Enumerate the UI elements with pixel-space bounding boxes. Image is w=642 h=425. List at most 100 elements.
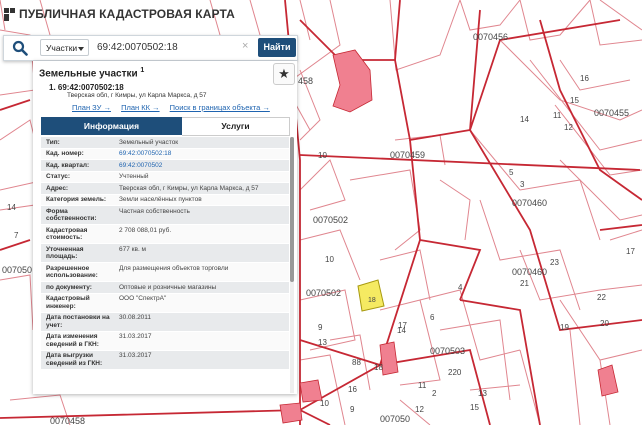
- map-parcel-label: 0070459: [390, 150, 425, 160]
- search-in-bounds-link[interactable]: Поиск в границах объекта →: [170, 103, 270, 112]
- map-parcel-label: 20: [600, 319, 609, 328]
- info-key: Кадастровая стоимость:: [46, 226, 88, 242]
- clear-icon[interactable]: ×: [242, 40, 248, 52]
- info-row: по документу: Оптовые и розничные магазин…: [41, 282, 289, 294]
- info-row: Дата выгрузки сведений из ГКН: 31.03.2017: [41, 350, 289, 370]
- map-parcel-label: 12: [415, 405, 424, 414]
- favorite-button[interactable]: ★: [273, 63, 295, 85]
- info-row: Уточненная площадь: 677 кв. м: [41, 244, 289, 263]
- map-parcel-label: 23: [550, 258, 559, 267]
- info-value: 31.03.2017: [119, 333, 152, 340]
- map-parcel-label: 22: [597, 293, 606, 302]
- map-logo-icon: [4, 7, 15, 21]
- info-key: Статус:: [46, 173, 71, 180]
- cadastral-number-link[interactable]: 69:42:0070502:18: [115, 149, 289, 160]
- app-title: ПУБЛИЧНАЯ КАДАСТРОВАЯ КАРТА: [19, 7, 235, 21]
- info-row: Статус: Учтенный: [41, 171, 289, 183]
- map-parcel-label: 7: [14, 231, 19, 240]
- info-value: Земельный участок: [119, 138, 179, 146]
- map-parcel-label: 0070503: [430, 346, 465, 356]
- map-parcel-label: 220: [448, 368, 462, 377]
- map-parcel-label: 13: [478, 389, 487, 398]
- map-parcel-label: 15: [570, 96, 579, 105]
- map-parcel-label: 18: [368, 297, 376, 304]
- info-value: 31.03.2017: [119, 352, 152, 359]
- info-row: Разрешенное использование: Для размещения…: [41, 263, 289, 282]
- info-value: Земли населённых пунктов: [119, 196, 202, 203]
- info-row: Кад. номер: 69:42:0070502:18: [41, 148, 289, 160]
- map-parcel-label: 17: [626, 247, 635, 256]
- map-parcel-label: 16: [580, 74, 589, 83]
- map-parcel-label: 0070460: [512, 267, 547, 277]
- cadastral-quarter-link[interactable]: 69:42:0070502: [115, 160, 289, 171]
- info-key: Дата постановки на учет:: [46, 314, 110, 329]
- info-key: Кад. номер:: [46, 150, 84, 157]
- search-button[interactable]: Найти: [258, 38, 296, 57]
- tab-info[interactable]: Информация: [41, 117, 182, 135]
- map-parcel-label: 15: [470, 403, 479, 412]
- map-parcel-label: 11: [418, 381, 427, 390]
- info-row: Дата постановки на учет: 30.08.2011: [41, 312, 289, 332]
- map-parcel-label: 10: [325, 255, 334, 264]
- info-row: Кадастровый инженер: ООО "СпектрА": [41, 293, 289, 313]
- map-parcel-label: 007050: [380, 414, 410, 424]
- map-parcel-label: 19: [560, 323, 569, 332]
- info-value: Тверская обл, г Кимры, ул Карла Маркса, …: [119, 184, 259, 192]
- info-row: Категория земель: Земли населённых пункто…: [41, 194, 289, 206]
- map-parcel-label: 88: [352, 358, 361, 367]
- info-row: Тип: Земельный участок: [41, 137, 289, 149]
- map-parcel-label: 458: [298, 76, 313, 86]
- result-number: 69:42:0070502:18: [57, 83, 124, 92]
- result-item-header[interactable]: 1. 69:42:0070502:18: [49, 83, 124, 92]
- map-parcel-label: 17: [398, 321, 407, 330]
- info-key: Дата выгрузки сведений из ГКН:: [46, 352, 103, 367]
- map-parcel-label: 10: [320, 399, 329, 408]
- info-table: Тип: Земельный участок Кад. номер: 69:42:0…: [41, 137, 289, 370]
- search-input[interactable]: [97, 38, 237, 57]
- panel-title: Земельные участки 1: [39, 67, 144, 79]
- search-bar: Участки × Найти: [3, 35, 298, 61]
- info-row: Форма собственности: Частная собственност…: [41, 206, 289, 225]
- map-parcel-label: 4: [458, 283, 463, 292]
- info-key: Разрешенное использование:: [46, 264, 98, 280]
- map-parcel-label: 0070455: [594, 108, 629, 118]
- info-row: Дата изменения сведений в ГКН: 31.03.2017: [41, 331, 289, 351]
- search-type-label: Участки: [46, 43, 78, 53]
- info-value: Оптовые и розничные магазины: [119, 283, 217, 291]
- search-type-select[interactable]: Участки: [40, 39, 89, 56]
- map-parcel-label: 10: [318, 151, 327, 160]
- info-value: Для размещения объектов торговли: [119, 264, 229, 272]
- tab-services[interactable]: Услуги: [182, 117, 290, 136]
- scrollbar-thumb[interactable]: [290, 137, 294, 282]
- info-key: Уточненная площадь:: [46, 245, 84, 261]
- panel-scrollbar[interactable]: [290, 137, 294, 393]
- map-parcel-label: 18: [374, 363, 383, 372]
- info-value: 30.08.2011: [119, 314, 152, 321]
- info-key: Дата изменения сведений в ГКН:: [46, 333, 99, 348]
- info-value: ООО "СпектрА": [119, 295, 167, 302]
- info-key: Тип:: [46, 138, 60, 146]
- map-parcel-label: 6: [430, 313, 435, 322]
- map-parcel-label: 13: [318, 338, 327, 347]
- plan-zu-link[interactable]: План ЗУ →: [72, 103, 111, 112]
- info-key: Адрес:: [46, 184, 69, 192]
- map-parcel-label: 0070458: [50, 416, 85, 425]
- info-key: Кадастровый инженер:: [46, 295, 90, 310]
- search-icon[interactable]: [12, 40, 28, 56]
- map-parcel-label: 007050: [2, 265, 32, 275]
- panel-tabs: Информация Услуги: [41, 117, 290, 136]
- map-parcel-label: 0070460: [512, 198, 547, 208]
- map-parcel-label: 5: [509, 168, 514, 177]
- result-links: План ЗУ → План КК → Поиск в границах объ…: [72, 103, 278, 112]
- plan-kk-link[interactable]: План КК →: [121, 103, 160, 112]
- map-parcel-label: 0070502: [306, 288, 341, 298]
- info-value: Частная собственность: [119, 207, 190, 215]
- info-key: Кад. квартал:: [46, 161, 90, 169]
- result-count: 1: [140, 67, 145, 74]
- info-value: 677 кв. м: [119, 245, 147, 253]
- chevron-down-icon: [78, 47, 84, 51]
- app-logo[interactable]: ПУБЛИЧНАЯ КАДАСТРОВАЯ КАРТА: [4, 7, 235, 21]
- map-parcel-label: 14: [520, 115, 529, 124]
- map-parcel-label: 14: [7, 203, 16, 212]
- map-parcel-label: 11: [553, 111, 562, 120]
